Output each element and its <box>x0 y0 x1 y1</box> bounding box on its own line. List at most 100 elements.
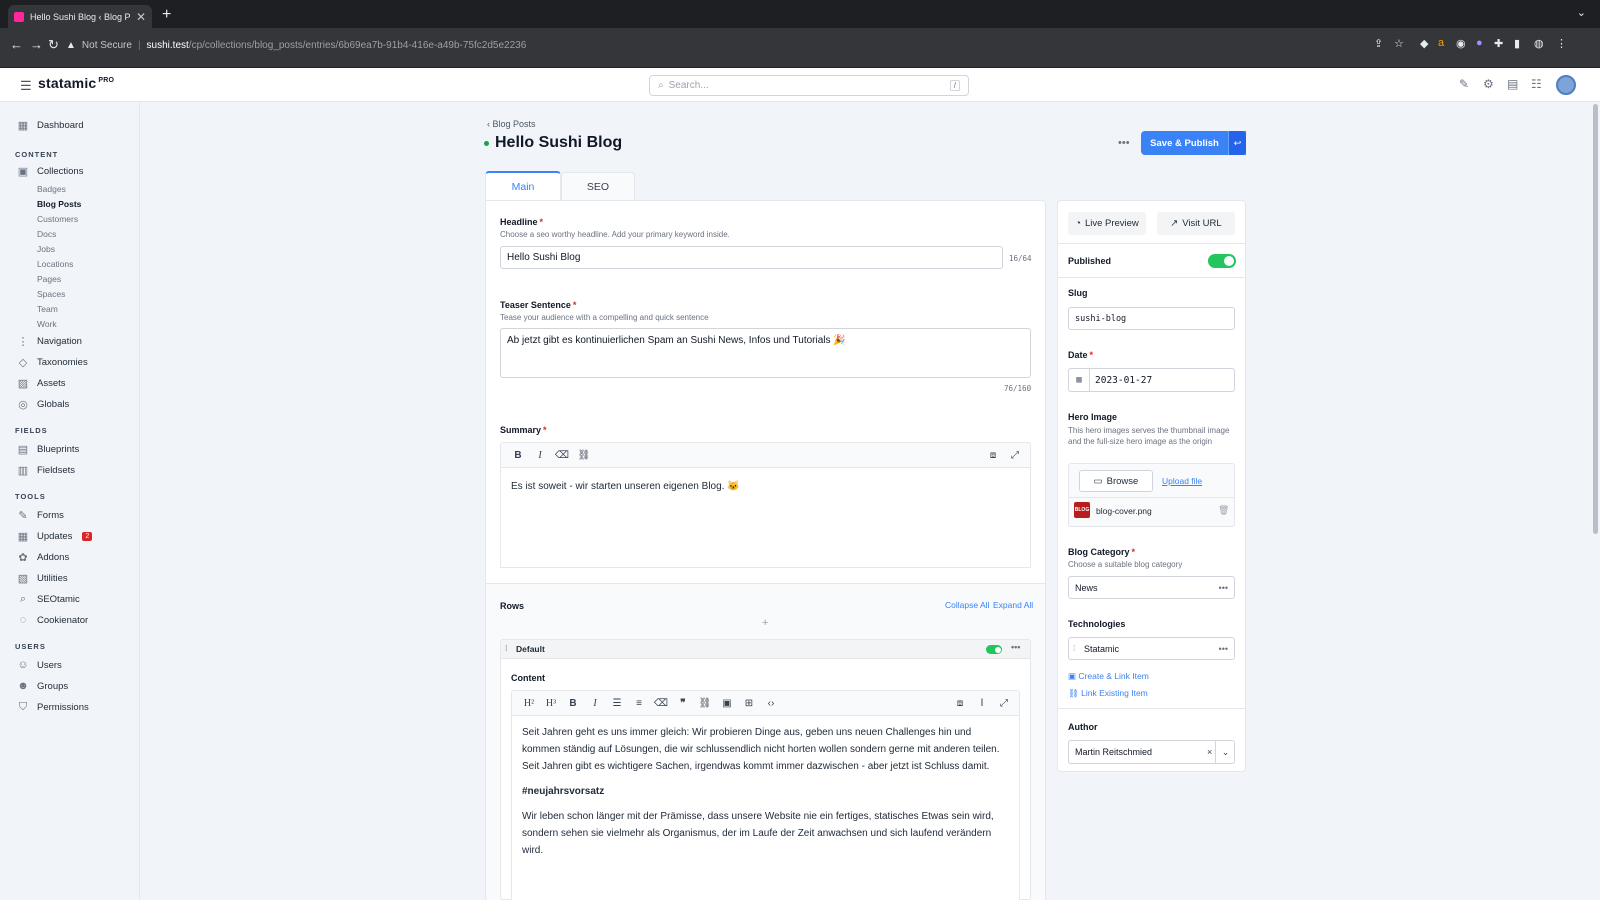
trash-icon[interactable]: 🗑 <box>1218 505 1229 516</box>
bold-icon[interactable]: B <box>507 450 529 461</box>
sidebar-subitem-team[interactable]: Team <box>37 304 58 314</box>
table-icon[interactable]: ⊞ <box>738 698 760 709</box>
sidebar-subitem-docs[interactable]: Docs <box>37 229 56 239</box>
sidebar-item-globals[interactable]: ◎ Globals <box>17 398 69 411</box>
site-switch-icon[interactable]: ☷ <box>1531 77 1542 91</box>
clear-author-icon[interactable]: × <box>1207 747 1212 757</box>
browser-tab[interactable]: Hello Sushi Blog ‹ Blog Posts ‹ ✕ <box>8 5 152 28</box>
sidebar-item-taxonomies[interactable]: ◇ Taxonomies <box>17 356 88 369</box>
sidebar-subitem-pages[interactable]: Pages <box>37 274 61 284</box>
tab-main[interactable]: Main <box>485 171 561 201</box>
live-preview-button[interactable]: ◔ Live Preview <box>1068 212 1146 235</box>
sidebar-item-utilities[interactable]: ▧ Utilities <box>17 572 68 585</box>
address-bar[interactable]: ▲ Not Secure | sushi.test/cp/collections… <box>66 36 526 54</box>
global-search-input[interactable]: ⌕ Search... / <box>649 75 969 96</box>
more-actions-icon[interactable]: ••• <box>1118 137 1130 149</box>
profile-icon[interactable]: ◍ <box>1534 37 1544 50</box>
italic-icon[interactable]: I <box>529 450 551 461</box>
source-code-icon[interactable]: ⧈ <box>982 450 1004 461</box>
fullscreen-icon[interactable]: ⤢ <box>993 698 1015 709</box>
sidebar-subitem-locations[interactable]: Locations <box>37 259 73 269</box>
sidebar-item-updates[interactable]: ▦ Updates 2 <box>17 530 93 543</box>
sidebar-item-cookienator[interactable]: ◌ Cookienator <box>17 614 89 626</box>
hamburger-menu-icon[interactable]: ☰ <box>20 78 32 94</box>
share-icon[interactable]: ⇪ <box>1374 37 1383 50</box>
collapse-all-link[interactable]: Collapse All <box>945 600 989 610</box>
sidebar-item-permissions[interactable]: ⛉ Permissions <box>17 701 89 714</box>
bookmark-star-icon[interactable]: ☆ <box>1394 37 1404 50</box>
statamic-logo[interactable]: statamic PRO <box>38 75 114 91</box>
gear-icon[interactable]: ⚙ <box>1483 77 1494 91</box>
sidepanel-icon[interactable]: ▮ <box>1514 37 1520 50</box>
published-toggle[interactable] <box>1208 254 1236 268</box>
heading3-icon[interactable]: H³ <box>540 698 562 709</box>
sidebar-item-forms[interactable]: ✎ Forms <box>17 509 64 522</box>
sidebar-item-users[interactable]: ☺ Users <box>17 659 61 671</box>
purple-extension-icon[interactable]: ● <box>1476 37 1483 49</box>
image-icon[interactable]: ▣ <box>716 698 738 709</box>
chevron-down-icon[interactable]: ⌄ <box>1215 741 1235 763</box>
amazon-extension-icon[interactable]: a <box>1438 37 1444 49</box>
sidebar-subitem-spaces[interactable]: Spaces <box>37 289 65 299</box>
close-tab-icon[interactable]: ✕ <box>136 10 146 24</box>
sidebar-subitem-work[interactable]: Work <box>37 319 57 329</box>
visit-url-button[interactable]: ↗ Visit URL <box>1157 212 1235 235</box>
bold-icon[interactable]: B <box>562 698 584 709</box>
sidebar-item-groups[interactable]: ☻ Groups <box>17 680 68 692</box>
breadcrumb-blog-posts[interactable]: ‹ Blog Posts <box>487 119 536 129</box>
code-icon[interactable]: ‹› <box>760 698 782 709</box>
sidebar-item-navigation[interactable]: ⋮ Navigation <box>17 335 82 348</box>
eraser-icon[interactable]: ⌫ <box>650 698 672 709</box>
text-cursor-icon[interactable]: Ⅰ <box>971 698 993 709</box>
sidebar-item-assets[interactable]: ▨ Assets <box>17 377 66 390</box>
scrollbar-thumb[interactable] <box>1593 104 1598 534</box>
author-select[interactable]: Martin Reitschmied × ⌄ <box>1068 740 1235 764</box>
new-tab-icon[interactable]: + <box>162 6 171 24</box>
browse-button[interactable]: ▭ Browse <box>1079 470 1153 492</box>
summary-editor[interactable]: Es ist soweit - wir starten unseren eige… <box>500 467 1031 568</box>
save-options-icon[interactable]: ↩ <box>1228 131 1246 155</box>
category-more-icon[interactable]: ••• <box>1219 583 1228 593</box>
eraser-icon[interactable]: ⌫ <box>551 450 573 461</box>
puzzle-extensions-icon[interactable]: ✚ <box>1494 37 1503 50</box>
add-set-plus-icon[interactable]: + <box>762 617 768 629</box>
row-set-header[interactable]: ⁞ Default ••• <box>501 640 1030 659</box>
technologies-field[interactable]: ⁞ Statamic ••• <box>1068 637 1235 660</box>
teaser-textarea[interactable]: Ab jetzt gibt es kontinuierlichen Spam a… <box>500 328 1031 378</box>
upload-file-link[interactable]: Upload file <box>1162 476 1202 486</box>
fullscreen-icon[interactable]: ⤢ <box>1004 450 1026 461</box>
drag-handle-icon[interactable]: ⁞ <box>505 644 508 653</box>
file-name[interactable]: blog-cover.png <box>1096 506 1152 516</box>
sidebar-item-fieldsets[interactable]: ▥ Fieldsets <box>17 464 75 477</box>
headline-input[interactable]: Hello Sushi Blog <box>500 246 1003 269</box>
reload-icon[interactable]: ↻ <box>48 37 59 53</box>
page-scrollbar[interactable] <box>1591 102 1600 900</box>
calendar-icon[interactable]: ▦ <box>1069 369 1090 391</box>
sidebar-item-seotamic[interactable]: ⌕ SEOtamic <box>17 593 80 606</box>
sidebar-subitem-blog-posts[interactable]: Blog Posts <box>37 199 81 209</box>
tab-seo[interactable]: SEO <box>561 172 635 200</box>
sidebar-subitem-customers[interactable]: Customers <box>37 214 78 224</box>
sidebar-item-collections[interactable]: ▣ Collections <box>17 165 84 178</box>
heading2-icon[interactable]: H² <box>518 698 540 709</box>
quote-icon[interactable]: ❞ <box>672 698 694 709</box>
link-icon[interactable]: ⛓ <box>694 698 716 709</box>
slug-input[interactable]: sushi-blog <box>1068 307 1235 330</box>
sidebar-subitem-jobs[interactable]: Jobs <box>37 244 55 254</box>
drag-handle-icon[interactable]: ⁞ <box>1073 644 1075 653</box>
password-extension-icon[interactable]: ◉ <box>1456 37 1466 50</box>
sidebar-item-blueprints[interactable]: ▤ Blueprints <box>17 443 79 456</box>
sidebar-item-addons[interactable]: ✿ Addons <box>17 551 69 564</box>
sidebar-item-dashboard[interactable]: ▦ Dashboard <box>17 119 84 132</box>
back-arrow-icon[interactable]: ← <box>10 37 23 52</box>
tab-list-chevron-icon[interactable]: ⌄ <box>1577 6 1586 19</box>
technology-more-icon[interactable]: ••• <box>1219 644 1228 654</box>
ordered-list-icon[interactable]: ≡ <box>628 698 650 709</box>
content-editor[interactable]: Seit Jahren geht es uns immer gleich: Wi… <box>511 715 1020 900</box>
link-existing-item[interactable]: ⛓ Link Existing Item <box>1068 688 1148 699</box>
forward-arrow-icon[interactable]: → <box>30 37 43 52</box>
source-code-icon[interactable]: ⧈ <box>949 698 971 709</box>
pin-icon[interactable]: ✎ <box>1459 77 1469 91</box>
user-avatar[interactable] <box>1556 75 1576 95</box>
extension-icon[interactable]: ◆ <box>1420 37 1428 50</box>
